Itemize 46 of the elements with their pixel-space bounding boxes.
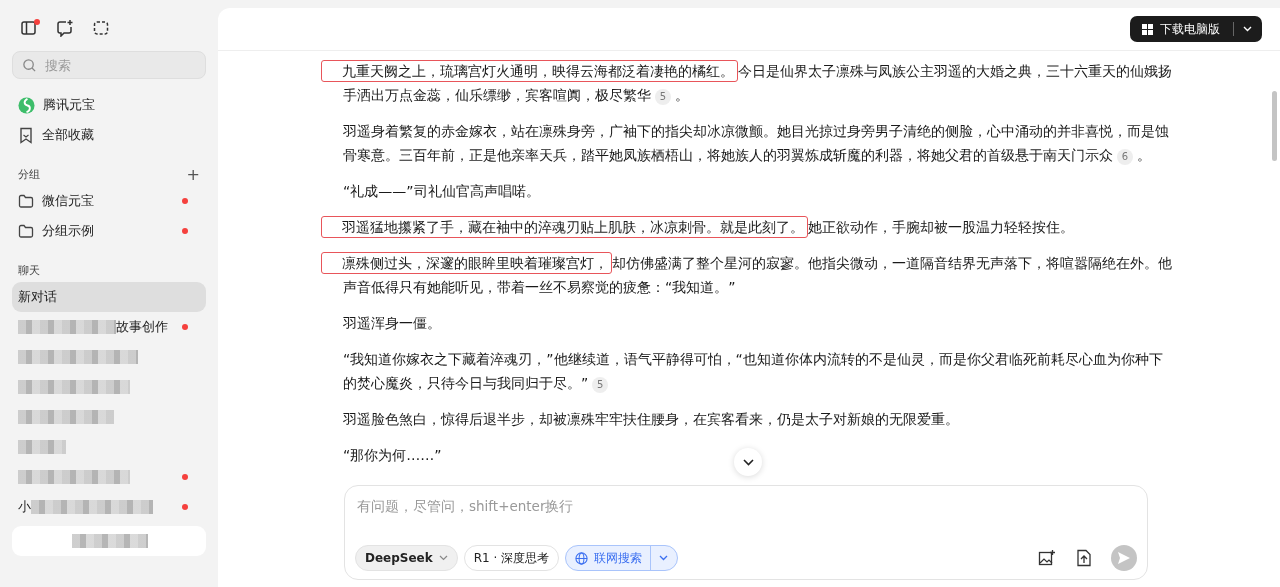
caret-icon[interactable]	[659, 555, 669, 561]
scrollbar-thumb[interactable]	[1272, 91, 1277, 161]
toggle-chip[interactable]: R1 · 深度思考	[463, 545, 560, 571]
paragraph: “那你为何……”	[342, 446, 442, 465]
paragraph: 凛殊侧过头，深邃的眼眸里映着璀璨宫灯， 却仿佛盛满了整个星河的寂寥。他指尖微动，一道隔音结界无声落下，将喧嚣隔绝在外。他声音低得只有她能听见，带着一丝不易察觉的疲惫：“我知道。”	[319, 249, 1175, 301]
folder-icon	[18, 193, 34, 209]
chat-input-box[interactable]: 有问题，尽管问，shift+enter换行 DeepSeek R1 · 深度思考 联网搜索	[344, 485, 1148, 580]
search-field[interactable]: 搜索	[12, 51, 206, 79]
globe-icon	[575, 551, 589, 565]
group-item[interactable]: 分组示例	[12, 216, 206, 246]
toggle-chip[interactable]: 联网搜索	[565, 545, 679, 571]
caret-icon	[438, 555, 448, 561]
section-title: 聊天	[18, 262, 40, 278]
folder-icon	[18, 223, 34, 239]
download-button[interactable]: 下载电脑版	[1130, 16, 1262, 42]
search-icon	[22, 58, 37, 73]
scroll-down-button[interactable]	[734, 448, 762, 476]
sidebar-item[interactable]: 腾讯元宝	[12, 90, 206, 120]
chevron-down-icon	[742, 458, 754, 466]
model-selector[interactable]: DeepSeek	[355, 545, 458, 571]
bookmark-icon	[18, 126, 34, 144]
add-group-button[interactable]: +	[186, 164, 200, 184]
sidebar-toggle-icon[interactable]	[20, 19, 38, 37]
chat-item[interactable]	[12, 526, 206, 556]
group-item[interactable]: 微信元宝	[12, 186, 206, 216]
paragraph: 羽遥脸色煞白，惊得后退半步，却被凛殊牢牢扶住腰身，在宾客看来，仍是太子对新娘的无限爱重。	[342, 410, 959, 429]
paragraph: 羽遥浑身一僵。	[342, 314, 441, 333]
paragraph: “礼成——”司礼仙官高声唱喏。	[342, 182, 540, 201]
chat-item[interactable]: 小	[12, 492, 206, 522]
windows-icon	[1142, 23, 1153, 35]
new-chat-icon[interactable]	[56, 19, 74, 37]
paragraph: 九重天阙之上，琉璃宫灯火通明，映得云海都泛着凄艳的橘红。 今日是仙界太子凛殊与凤族公主羽遥的大婚之典，三十六重天的仙娥扬手洒出万点金蕊，仙乐缥缈，宾客喧阗，极尽繁华 5 。	[319, 57, 1175, 109]
paragraph: “我知道你嫁衣之下藏着淬魂刃，”他继续道，语气平静得可怕，“也知道你体内流转的不是仙灵，而是你父君临死前耗尽心血为你种下的焚心魔炎，只待今日与我同归于尽。” 5	[342, 350, 1164, 395]
sidebar-item[interactable]: 全部收藏	[12, 120, 206, 150]
select-icon[interactable]	[92, 19, 110, 37]
send-icon	[1117, 551, 1131, 565]
upload-file-icon[interactable]	[1076, 549, 1092, 567]
blurred-text	[18, 440, 66, 454]
send-button[interactable]	[1111, 545, 1137, 571]
section-title: 分组	[18, 166, 40, 182]
chat-item[interactable]: 故事创作	[12, 312, 206, 342]
paragraph: 羽遥身着繁复的赤金嫁衣，站在凛殊身旁，广袖下的指尖却冰凉微颤。她目光掠过身旁男子清绝的侧脸，心中涌动的并非喜悦，而是蚀骨寒意。三百年前，正是他亲率天兵，踏平她凤族栖梧山，将她族人的羽翼炼成斩魔的利器，将她父君的首级悬于南天门示众 6 。	[342, 122, 1170, 167]
app-logo-icon	[18, 96, 35, 114]
chat-item[interactable]: 新对话	[12, 282, 206, 312]
caret-icon	[1243, 26, 1252, 32]
image-add-icon[interactable]	[1038, 549, 1056, 567]
